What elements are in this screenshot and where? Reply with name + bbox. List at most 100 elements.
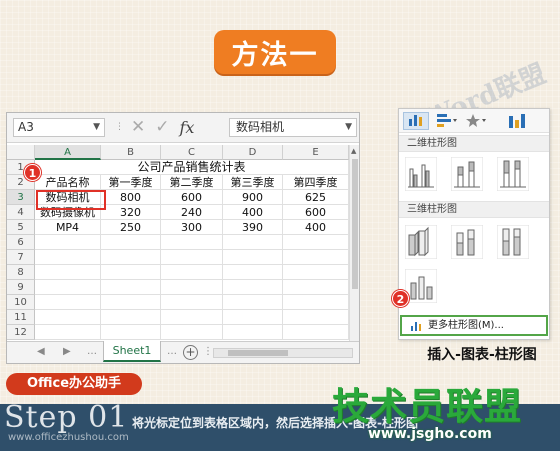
select-all-corner[interactable] bbox=[7, 145, 35, 160]
empty-cell[interactable] bbox=[223, 295, 283, 310]
clustered-column-icon[interactable] bbox=[405, 157, 437, 191]
empty-cell[interactable] bbox=[283, 280, 349, 295]
empty-cell[interactable] bbox=[161, 280, 223, 295]
next-sheet-icon[interactable]: ▶ bbox=[63, 346, 71, 357]
data-cell[interactable]: 250 bbox=[101, 220, 161, 235]
empty-cell[interactable] bbox=[161, 250, 223, 265]
add-sheet-button[interactable]: + bbox=[183, 345, 198, 360]
empty-cell[interactable] bbox=[35, 235, 101, 250]
row-header-5[interactable]: 5 bbox=[7, 220, 35, 235]
empty-cell[interactable] bbox=[223, 265, 283, 280]
data-cell[interactable]: MP4 bbox=[35, 220, 101, 235]
empty-cell[interactable] bbox=[223, 310, 283, 325]
header-cell[interactable]: 第四季度 bbox=[283, 175, 349, 190]
empty-cell[interactable] bbox=[101, 310, 161, 325]
name-box[interactable]: A3 ▼ bbox=[13, 118, 105, 137]
empty-cell[interactable] bbox=[161, 295, 223, 310]
percent-stacked-column-icon[interactable] bbox=[497, 157, 529, 191]
empty-cell[interactable] bbox=[101, 325, 161, 340]
data-cell[interactable]: 625 bbox=[283, 190, 349, 205]
more-dots-icon[interactable]: ⋮ bbox=[203, 346, 213, 357]
empty-cell[interactable] bbox=[223, 280, 283, 295]
data-cell[interactable]: 390 bbox=[223, 220, 283, 235]
prev-sheet-icon[interactable]: ◀ bbox=[37, 346, 45, 357]
3d-column-icon[interactable] bbox=[404, 268, 438, 304]
header-cell[interactable]: 产品名称 bbox=[35, 175, 101, 190]
empty-cell[interactable] bbox=[161, 325, 223, 340]
row-header-7[interactable]: 7 bbox=[7, 250, 35, 265]
empty-cell[interactable] bbox=[35, 280, 101, 295]
empty-cell[interactable] bbox=[283, 235, 349, 250]
column-header-d[interactable]: D bbox=[223, 145, 283, 160]
column-header-b[interactable]: B bbox=[101, 145, 161, 160]
empty-cell[interactable] bbox=[161, 235, 223, 250]
empty-cell[interactable] bbox=[101, 265, 161, 280]
bar-chart-button[interactable] bbox=[435, 112, 461, 130]
expand-formula-icon[interactable]: ▼ bbox=[345, 119, 352, 136]
column-header-e[interactable]: E bbox=[283, 145, 349, 160]
3d-percent-column-icon[interactable] bbox=[497, 225, 529, 259]
data-cell[interactable]: 300 bbox=[161, 220, 223, 235]
formula-input[interactable]: 数码相机 ▼ bbox=[229, 118, 357, 137]
empty-cell[interactable] bbox=[283, 310, 349, 325]
data-cell[interactable]: 800 bbox=[101, 190, 161, 205]
row-header-4[interactable]: 4 bbox=[7, 205, 35, 220]
empty-cell[interactable] bbox=[35, 295, 101, 310]
column-chart-button[interactable] bbox=[403, 112, 429, 130]
data-cell[interactable]: 240 bbox=[161, 205, 223, 220]
data-cell[interactable]: 900 bbox=[223, 190, 283, 205]
empty-cell[interactable] bbox=[283, 250, 349, 265]
header-cell[interactable]: 第一季度 bbox=[101, 175, 161, 190]
data-cell[interactable]: 400 bbox=[283, 220, 349, 235]
more-dots-icon[interactable]: … bbox=[87, 346, 97, 357]
sheet-tab-sheet1[interactable]: Sheet1 bbox=[103, 341, 161, 362]
3d-stacked-column-icon[interactable] bbox=[451, 225, 483, 259]
empty-cell[interactable] bbox=[101, 295, 161, 310]
horizontal-scrollbar[interactable] bbox=[213, 348, 353, 358]
scroll-thumb[interactable] bbox=[228, 350, 288, 356]
row-header-10[interactable]: 10 bbox=[7, 295, 35, 310]
3d-clustered-column-icon[interactable] bbox=[405, 225, 437, 259]
column-header-c[interactable]: C bbox=[161, 145, 223, 160]
scroll-thumb[interactable] bbox=[352, 159, 358, 289]
row-header-8[interactable]: 8 bbox=[7, 265, 35, 280]
header-cell[interactable]: 第二季度 bbox=[161, 175, 223, 190]
row-header-6[interactable]: 6 bbox=[7, 235, 35, 250]
scroll-up-icon[interactable]: ▲ bbox=[351, 147, 356, 155]
empty-cell[interactable] bbox=[35, 265, 101, 280]
more-dots-icon[interactable]: … bbox=[167, 346, 177, 357]
table-title-cell[interactable]: 公司产品销售统计表 bbox=[35, 160, 349, 175]
data-cell[interactable]: 400 bbox=[223, 205, 283, 220]
chart-gallery-button[interactable] bbox=[503, 112, 543, 130]
empty-cell[interactable] bbox=[35, 310, 101, 325]
empty-cell[interactable] bbox=[223, 325, 283, 340]
chevron-down-icon[interactable]: ▼ bbox=[93, 119, 100, 136]
empty-cell[interactable] bbox=[161, 310, 223, 325]
empty-cell[interactable] bbox=[223, 235, 283, 250]
stacked-column-icon[interactable] bbox=[451, 157, 483, 191]
empty-cell[interactable] bbox=[101, 280, 161, 295]
empty-cell[interactable] bbox=[161, 265, 223, 280]
row-header-12[interactable]: 12 bbox=[7, 325, 35, 340]
empty-cell[interactable] bbox=[101, 235, 161, 250]
data-cell[interactable]: 600 bbox=[161, 190, 223, 205]
row-header-11[interactable]: 11 bbox=[7, 310, 35, 325]
empty-cell[interactable] bbox=[283, 265, 349, 280]
empty-cell[interactable] bbox=[283, 325, 349, 340]
row-header-9[interactable]: 9 bbox=[7, 280, 35, 295]
header-cell[interactable]: 第三季度 bbox=[223, 175, 283, 190]
empty-cell[interactable] bbox=[223, 250, 283, 265]
vertical-scrollbar[interactable]: ▲ bbox=[349, 145, 359, 341]
data-cell[interactable]: 600 bbox=[283, 205, 349, 220]
cancel-icon[interactable]: ✕ bbox=[131, 117, 145, 137]
insert-function-icon[interactable]: fx bbox=[180, 118, 195, 137]
more-column-charts-item[interactable]: 更多柱形图(M)... bbox=[400, 315, 548, 336]
row-header-3[interactable]: 3 bbox=[7, 190, 35, 205]
empty-cell[interactable] bbox=[101, 250, 161, 265]
empty-cell[interactable] bbox=[35, 325, 101, 340]
empty-cell[interactable] bbox=[35, 250, 101, 265]
empty-cell[interactable] bbox=[283, 295, 349, 310]
column-header-a[interactable]: A bbox=[35, 145, 101, 160]
data-cell[interactable]: 320 bbox=[101, 205, 161, 220]
confirm-icon[interactable]: ✓ bbox=[155, 117, 169, 137]
